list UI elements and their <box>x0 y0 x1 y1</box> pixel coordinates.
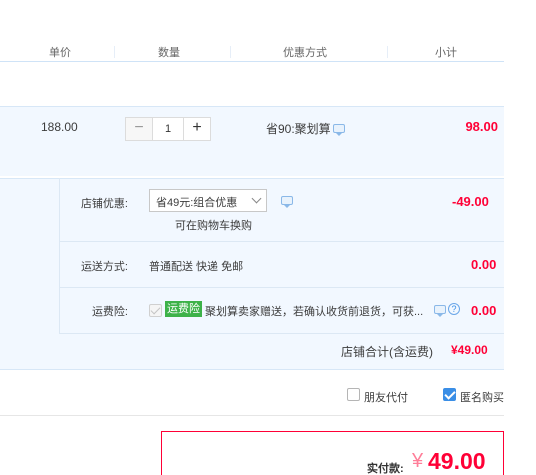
divider <box>59 287 504 288</box>
header-divider <box>230 46 231 58</box>
shipping-method: 普通配送 快递 免邮 <box>149 261 244 273</box>
shipping-label: 运送方式: <box>80 261 128 273</box>
column-subtotal: 小计 <box>435 47 457 59</box>
shop-discount-label: 店铺优惠: <box>80 198 128 210</box>
chevron-down-icon <box>251 193 262 204</box>
order-options-row <box>0 372 504 416</box>
currency-symbol: ¥ <box>412 450 424 472</box>
promotion-text: 省90:聚划算 <box>266 122 331 136</box>
shipping-value: 0.00 <box>471 257 497 272</box>
insurance-checkbox <box>149 304 162 317</box>
divider <box>59 333 504 334</box>
chat-icon[interactable] <box>281 196 293 208</box>
item-subtotal: 98.00 <box>465 119 498 134</box>
anonymous-checkbox[interactable] <box>443 388 456 401</box>
insurance-description: 聚划算卖家赠送，若确认收货前退货，可获... <box>205 306 423 318</box>
chat-icon[interactable] <box>434 305 446 317</box>
friend-pay-checkbox[interactable] <box>347 388 360 401</box>
anonymous-label[interactable]: 匿名购买 <box>460 389 504 405</box>
quantity-input[interactable]: 1 <box>153 117 183 141</box>
insurance-tag: 运费险 <box>165 301 202 317</box>
insurance-label: 运费险: <box>91 306 128 318</box>
shop-total-value: ¥49.00 <box>451 343 488 357</box>
increase-quantity-button[interactable]: + <box>183 117 211 141</box>
order-item-row <box>0 106 504 176</box>
help-icon[interactable]: ? <box>448 303 460 315</box>
column-promotion: 优惠方式 <box>283 47 327 59</box>
payment-label: 实付款: <box>367 463 404 475</box>
discount-note: 可在购物车换购 <box>175 220 252 232</box>
column-unit-price: 单价 <box>49 47 71 59</box>
payment-amount: 49.00 <box>428 448 486 474</box>
quantity-stepper: − 1 + <box>125 117 211 141</box>
chat-icon[interactable] <box>333 124 345 136</box>
header-divider <box>114 46 115 58</box>
friend-pay-label[interactable]: 朋友代付 <box>364 389 408 405</box>
divider <box>59 241 504 242</box>
shop-total-label: 店铺合计(含运费) <box>341 345 433 359</box>
shop-discount-value: -49.00 <box>452 194 489 209</box>
header-divider <box>387 46 388 58</box>
order-table-header: 单价 数量 优惠方式 小计 <box>0 38 504 62</box>
shop-discount-selected: 省49元:组合优惠 <box>156 197 238 209</box>
shop-discount-select[interactable]: 省49元:组合优惠 <box>149 189 267 212</box>
column-quantity: 数量 <box>158 47 180 59</box>
unit-price: 188.00 <box>41 120 78 134</box>
insurance-value: 0.00 <box>471 303 497 318</box>
decrease-quantity-button[interactable]: − <box>125 117 153 141</box>
